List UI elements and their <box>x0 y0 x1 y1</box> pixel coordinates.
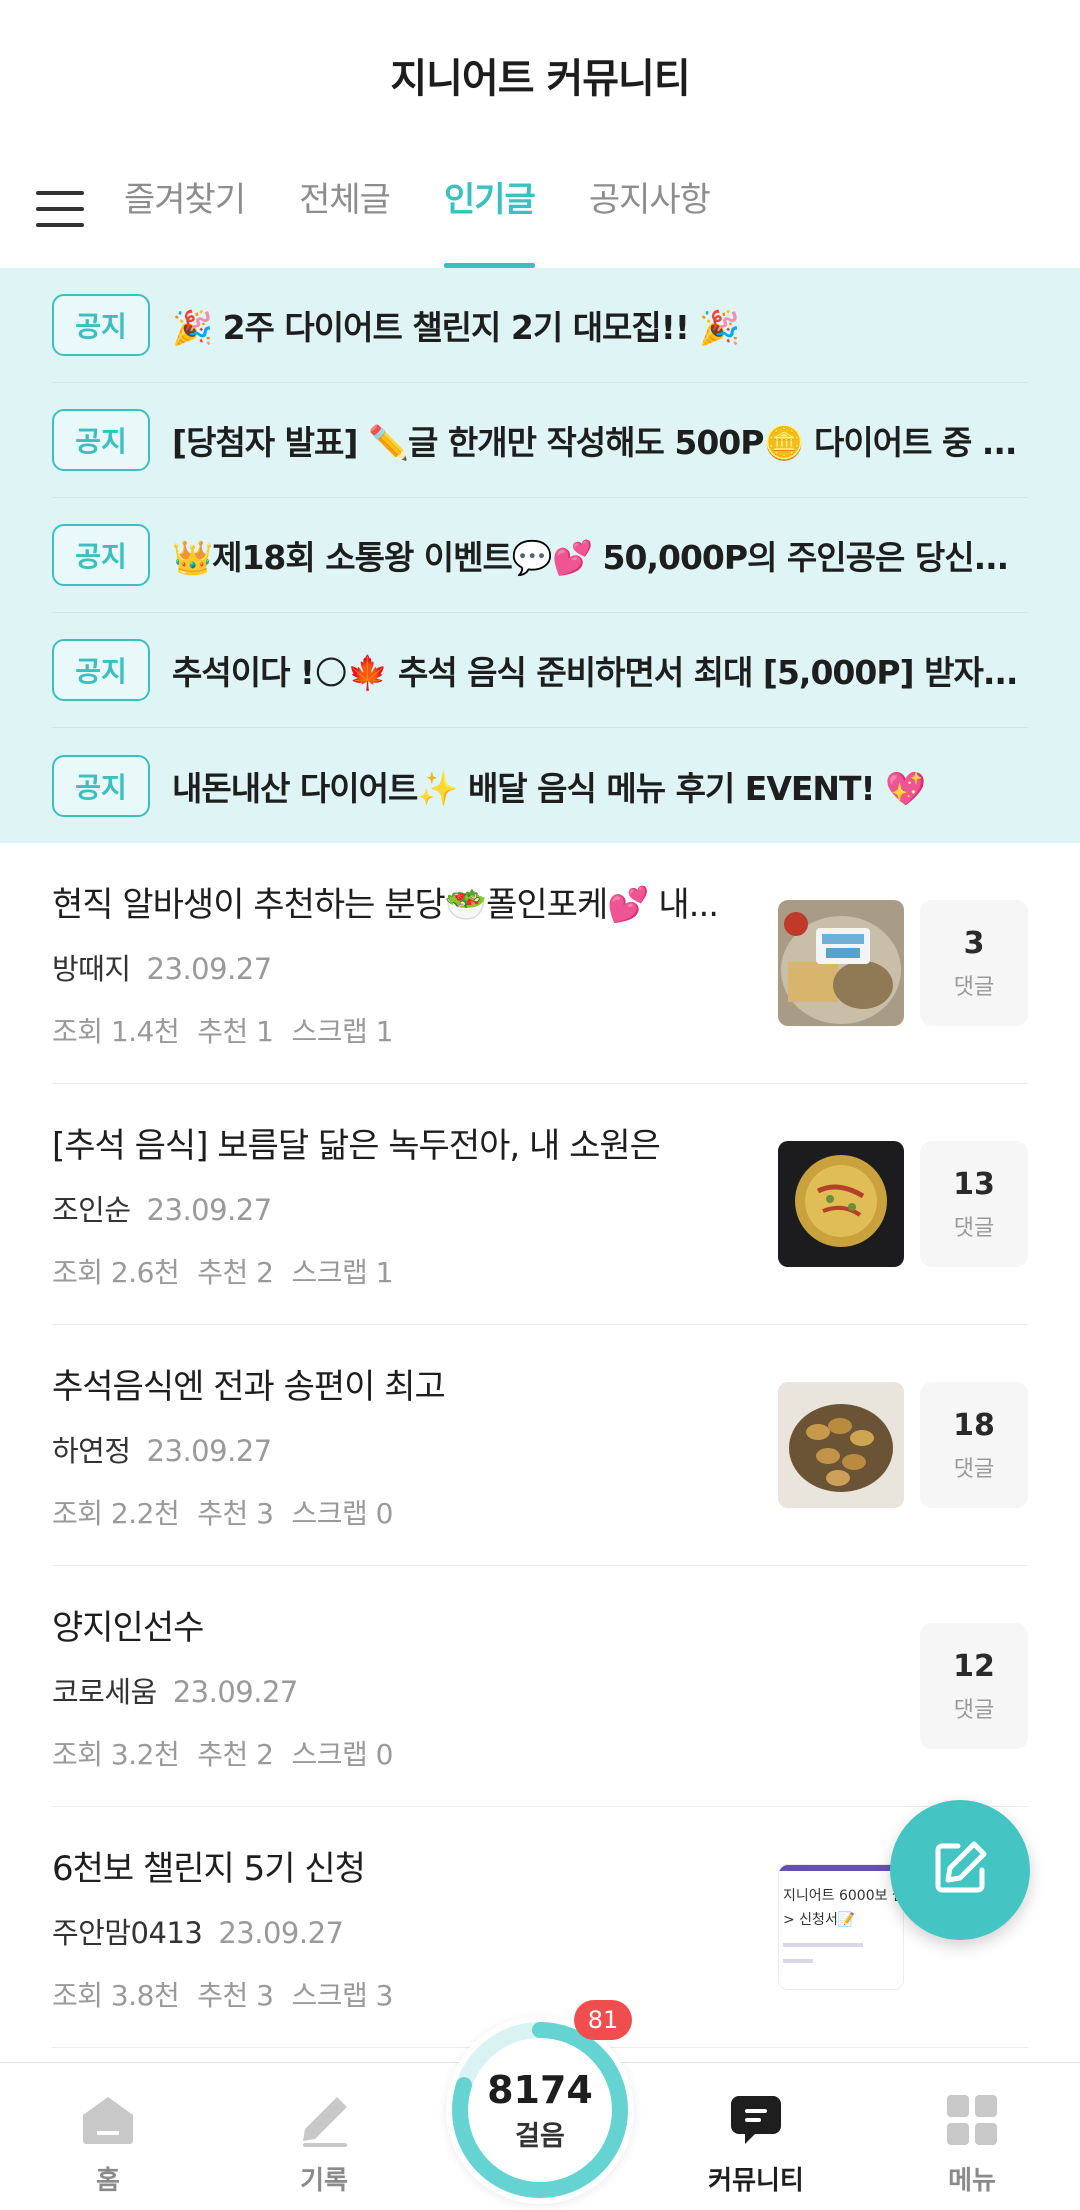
notice-item[interactable]: 공지 [당첨자 발표] ✏️글 한개만 작성해도 500P🪙 다이어트 중 ..… <box>52 383 1028 498</box>
nav-community[interactable]: 커뮤니티 <box>648 2063 864 2210</box>
post-title: 6천보 챌린지 5기 신청 <box>52 1848 366 1889</box>
comment-count: 3 <box>963 925 985 961</box>
post-likes: 추천 2 <box>197 1737 274 1771</box>
app-header: 지니어트 커뮤니티 <box>0 0 1080 150</box>
post-scraps: 스크랩 1 <box>291 1255 393 1289</box>
post-scraps: 스크랩 0 <box>291 1496 393 1530</box>
grid-icon <box>944 2092 1000 2148</box>
post-date: 23.09.27 <box>146 951 273 986</box>
post-author: 조인순 <box>52 1192 131 1227</box>
hamburger-menu-icon[interactable] <box>36 191 84 227</box>
chat-icon <box>728 2092 784 2148</box>
post-views: 조회 2.6천 <box>52 1255 180 1289</box>
post-likes: 추천 3 <box>197 1496 274 1530</box>
post-author: 코로세움 <box>52 1674 157 1709</box>
step-badge: 81 <box>574 2000 632 2040</box>
post-title: 양지인선수 <box>52 1607 204 1648</box>
notice-badge: 공지 <box>52 639 150 701</box>
post-title: [추석 음식] 보름달 닮은 녹두전아, 내 소원은 <box>52 1125 661 1166</box>
comment-label: 댓글 <box>953 1215 995 1241</box>
thumbnail-caption: > 신청서📝 <box>783 1912 856 1928</box>
notice-item[interactable]: 공지 추석이다 !🌕🍁 추석 음식 준비하면서 최대 [5,000P] 받자..… <box>52 613 1028 728</box>
post-item[interactable]: 양지인선수 코로세움 23.09.27 조회 3.2천 추천 2 스크랩 0 12 댓… <box>52 1566 1028 1807</box>
post-views: 조회 3.2천 <box>52 1737 180 1771</box>
post-likes: 추천 1 <box>197 1014 274 1048</box>
nav-label: 홈 <box>96 2166 120 2196</box>
post-item[interactable]: 현직 알바생이 추천하는 분당🥗폴인포케💕 내... 방때지 23.09.27 조… <box>52 843 1028 1084</box>
comment-count-box: 3 댓글 <box>920 900 1028 1026</box>
nav-home[interactable]: 홈 <box>0 2063 216 2210</box>
post-thumbnail[interactable] <box>778 1382 904 1508</box>
post-scraps: 스크랩 1 <box>291 1014 393 1048</box>
post-title: 현직 알바생이 추천하는 분당🥗폴인포케💕 내... <box>52 884 719 925</box>
nav-record[interactable]: 기록 <box>216 2063 432 2210</box>
comment-count: 13 <box>953 1166 995 1202</box>
post-thumbnail[interactable]: 지니어트 6000보 챌린 > 신청서📝 <box>778 1864 904 1990</box>
notice-title: 👑제18회 소통왕 이벤트💬💕 50,000P의 주인공은 당신... <box>172 538 1009 577</box>
post-author: 주안맘0413 <box>52 1915 203 1950</box>
pencil-icon <box>296 2092 352 2148</box>
notice-badge: 공지 <box>52 409 150 471</box>
post-likes: 추천 2 <box>197 1255 274 1289</box>
step-label: 걸음 <box>515 2120 565 2152</box>
notice-badge: 공지 <box>52 754 150 817</box>
comment-label: 댓글 <box>953 1456 995 1482</box>
step-counter-button[interactable]: 8174 걸음 <box>446 2016 634 2204</box>
post-author: 방때지 <box>52 951 131 986</box>
post-item[interactable]: [추석 음식] 보름달 닮은 녹두전아, 내 소원은 조인순 23.09.27 조… <box>52 1084 1028 1325</box>
notice-badge: 공지 <box>52 524 150 586</box>
nav-label: 기록 <box>300 2166 348 2196</box>
comment-count-box: 12 댓글 <box>920 1623 1028 1749</box>
page-title: 지니어트 커뮤니티 <box>390 56 690 102</box>
notice-title: [당첨자 발표] ✏️글 한개만 작성해도 500P🪙 다이어트 중 ... <box>172 423 1017 462</box>
post-scraps: 스크랩 3 <box>291 1978 393 2012</box>
notice-title: 내돈내산 다이어트✨ 배달 음식 메뉴 후기 EVENT! 💖 <box>172 768 926 808</box>
post-views: 조회 3.8천 <box>52 1978 180 2012</box>
notice-list: 공지 🎉 2주 다이어트 챌린지 2기 대모집!! 🎉 공지 [당첨자 발표] … <box>0 268 1080 843</box>
post-item[interactable]: 추석음식엔 전과 송편이 최고 하연정 23.09.27 조회 2.2천 추천 3 스… <box>52 1325 1028 1566</box>
nav-label: 메뉴 <box>948 2166 996 2196</box>
post-views: 조회 2.2천 <box>52 1496 180 1530</box>
edit-icon <box>928 1836 992 1904</box>
comment-label: 댓글 <box>953 1697 995 1723</box>
notice-title: 🎉 2주 다이어트 챌린지 2기 대모집!! 🎉 <box>172 308 740 347</box>
post-date: 23.09.27 <box>218 1915 344 1950</box>
notice-item[interactable]: 공지 내돈내산 다이어트✨ 배달 음식 메뉴 후기 EVENT! 💖 <box>52 728 1028 843</box>
tab-popular[interactable]: 인기글 <box>443 150 536 268</box>
post-item[interactable]: 6천보 챌린지 5기 신청 주안맘0413 23.09.27 조회 3.8천 추천 … <box>52 1807 1028 2048</box>
notice-item[interactable]: 공지 🎉 2주 다이어트 챌린지 2기 대모집!! 🎉 <box>52 268 1028 383</box>
comment-count: 18 <box>953 1407 995 1443</box>
post-date: 23.09.27 <box>146 1192 273 1227</box>
comment-label: 댓글 <box>953 974 995 1000</box>
post-thumbnail[interactable] <box>778 1141 904 1267</box>
notice-item[interactable]: 공지 👑제18회 소통왕 이벤트💬💕 50,000P의 주인공은 당신... <box>52 498 1028 613</box>
notice-badge: 공지 <box>52 294 150 356</box>
post-author: 하연정 <box>52 1433 131 1468</box>
step-count: 8174 <box>487 2067 593 2112</box>
comment-count-box: 13 댓글 <box>920 1141 1028 1267</box>
post-likes: 추천 3 <box>197 1978 274 2012</box>
nav-label: 커뮤니티 <box>708 2166 804 2196</box>
comment-count: 12 <box>953 1648 995 1684</box>
post-views: 조회 1.4천 <box>52 1014 180 1048</box>
home-icon <box>80 2092 136 2148</box>
comment-count-box: 18 댓글 <box>920 1382 1028 1508</box>
post-thumbnail[interactable] <box>778 900 904 1026</box>
notice-title: 추석이다 !🌕🍁 추석 음식 준비하면서 최대 [5,000P] 받자... <box>172 653 1018 692</box>
thumbnail-caption: 지니어트 6000보 챌린 <box>783 1888 903 1904</box>
nav-menu[interactable]: 메뉴 <box>864 2063 1080 2210</box>
tab-bar: 즐겨찾기 전체글 인기글 공지사항 <box>0 150 1080 268</box>
write-post-button[interactable] <box>890 1800 1030 1940</box>
tab-all-posts[interactable]: 전체글 <box>299 150 391 268</box>
post-title: 추석음식엔 전과 송편이 최고 <box>52 1366 446 1407</box>
tab-notices[interactable]: 공지사항 <box>589 150 711 268</box>
post-date: 23.09.27 <box>146 1433 273 1468</box>
tab-favorites[interactable]: 즐겨찾기 <box>124 150 246 268</box>
post-date: 23.09.27 <box>172 1674 299 1709</box>
post-scraps: 스크랩 0 <box>291 1737 393 1771</box>
